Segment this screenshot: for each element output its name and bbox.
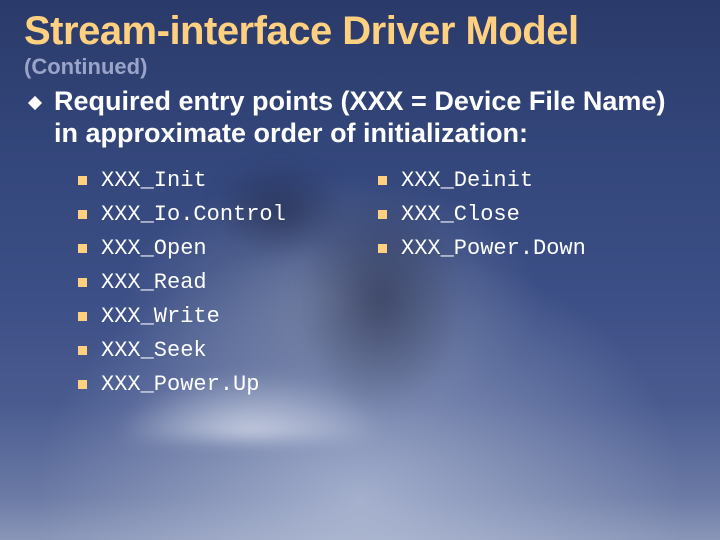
entry-point-label: XXX_Deinit xyxy=(401,168,533,193)
list-item: XXX_Read xyxy=(78,270,378,295)
square-bullet-icon xyxy=(78,244,87,253)
entry-point-label: XXX_Seek xyxy=(101,338,207,363)
entry-point-label: XXX_Power.Up xyxy=(101,372,259,397)
square-bullet-icon xyxy=(78,176,87,185)
list-item: XXX_Open xyxy=(78,236,378,261)
square-bullet-icon xyxy=(78,380,87,389)
square-bullet-icon xyxy=(78,312,87,321)
lead-text: Required entry points (XXX = Device File… xyxy=(54,86,696,150)
entry-point-label: XXX_Init xyxy=(101,168,207,193)
square-bullet-icon xyxy=(378,176,387,185)
slide-title: Stream-interface Driver Model xyxy=(24,10,696,52)
list-item: XXX_Close xyxy=(378,202,678,227)
list-item: XXX_Io.Control xyxy=(78,202,378,227)
list-item: XXX_Power.Up xyxy=(78,372,378,397)
entry-point-columns: XXX_Init XXX_Io.Control XXX_Open XXX_Rea… xyxy=(78,168,696,397)
entry-point-label: XXX_Power.Down xyxy=(401,236,586,261)
entry-point-label: XXX_Io.Control xyxy=(101,202,286,227)
slide-content: Stream-interface Driver Model (Continued… xyxy=(24,10,696,397)
column-left: XXX_Init XXX_Io.Control XXX_Open XXX_Rea… xyxy=(78,168,378,397)
list-item: XXX_Write xyxy=(78,304,378,329)
slide: Stream-interface Driver Model (Continued… xyxy=(0,0,720,540)
square-bullet-icon xyxy=(378,244,387,253)
entry-point-label: XXX_Read xyxy=(101,270,207,295)
diamond-bullet-icon xyxy=(28,96,42,110)
entry-point-label: XXX_Open xyxy=(101,236,207,261)
list-item: XXX_Power.Down xyxy=(378,236,678,261)
slide-subtitle: (Continued) xyxy=(24,54,696,80)
square-bullet-icon xyxy=(378,210,387,219)
square-bullet-icon xyxy=(78,278,87,287)
list-item: XXX_Seek xyxy=(78,338,378,363)
list-item: XXX_Deinit xyxy=(378,168,678,193)
lead-row: Required entry points (XXX = Device File… xyxy=(30,86,696,150)
list-item: XXX_Init xyxy=(78,168,378,193)
square-bullet-icon xyxy=(78,346,87,355)
entry-point-label: XXX_Close xyxy=(401,202,520,227)
entry-point-label: XXX_Write xyxy=(101,304,220,329)
square-bullet-icon xyxy=(78,210,87,219)
column-right: XXX_Deinit XXX_Close XXX_Power.Down xyxy=(378,168,678,397)
